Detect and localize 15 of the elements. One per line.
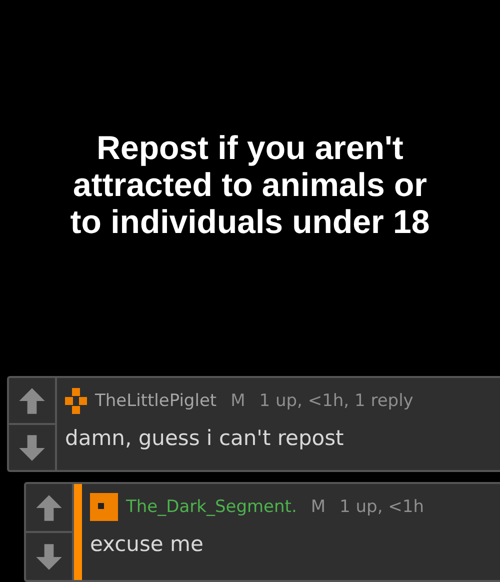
avatar-icon <box>65 388 87 414</box>
avatar-icon <box>90 493 118 521</box>
upvote-arrow-icon[interactable] <box>35 494 63 522</box>
downvote-arrow-icon[interactable] <box>18 434 46 462</box>
upvote-arrow-icon[interactable] <box>18 386 46 414</box>
comment-text: damn, guess i can't repost <box>65 425 345 450</box>
comment-meta: 1 up, <1h <box>340 497 424 517</box>
gender-label: M <box>230 391 246 411</box>
comment-meta: 1 up, <1h, 1 reply <box>259 391 414 411</box>
username-link[interactable]: TheLittlePiglet <box>95 391 217 411</box>
meme-caption: Repost if you aren't attracted to animals or to individuals under 18 <box>69 128 431 240</box>
username-link[interactable]: The_Dark_Segment. <box>126 497 297 517</box>
comment-text: excuse me <box>90 531 204 556</box>
gender-label: M <box>310 497 326 517</box>
downvote-arrow-icon[interactable] <box>35 542 63 570</box>
